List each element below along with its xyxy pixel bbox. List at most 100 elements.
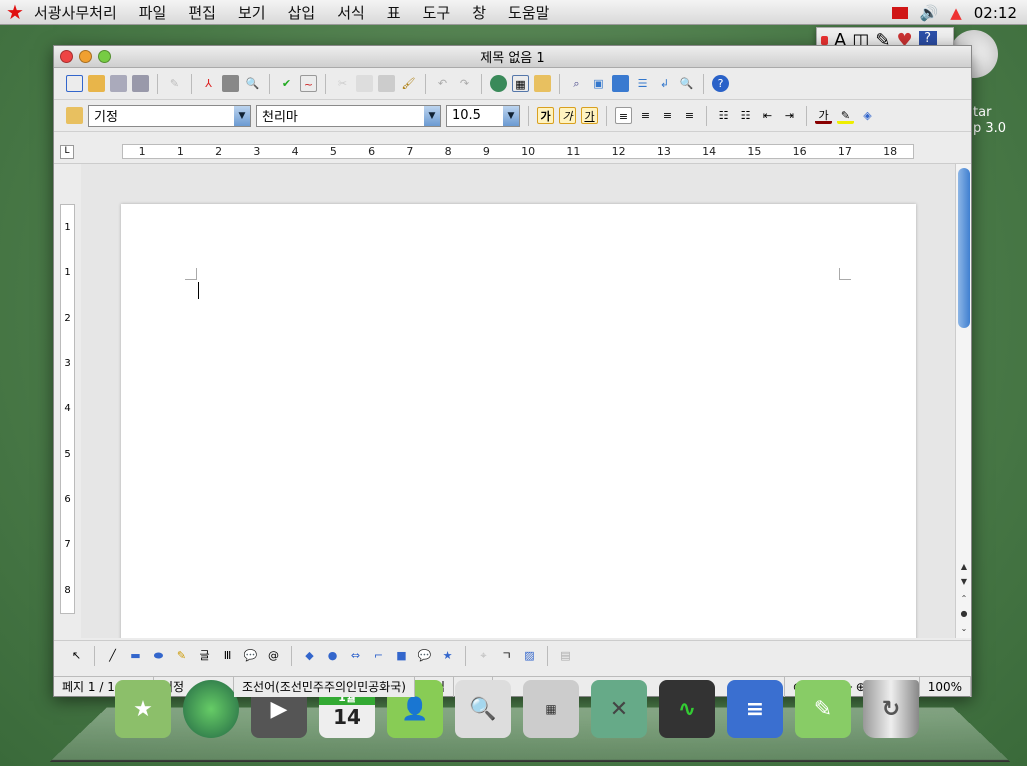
hyperlink-icon[interactable]	[490, 75, 507, 92]
vertical-scrollbar[interactable]: ▲ ▼ ⌃ ● ⌄	[955, 164, 971, 638]
insert-image-icon[interactable]: ▨	[521, 647, 538, 664]
chevron-down-icon[interactable]: ▼	[424, 105, 440, 126]
browser-globe-icon[interactable]	[183, 680, 239, 738]
next-page-button[interactable]: ⌄	[958, 624, 970, 637]
text-frame-icon[interactable]: ㄱ	[498, 647, 515, 664]
menu-view[interactable]: 보기	[238, 2, 266, 23]
vertical-ruler[interactable]: 1 1 2 3 4 5 6 7 8	[56, 164, 80, 638]
background-color-icon[interactable]: ◈	[859, 107, 876, 124]
symbol-shapes-icon[interactable]: ●	[324, 647, 341, 664]
menu-app[interactable]: 서광사무처리	[34, 2, 117, 23]
gallery-icon[interactable]	[612, 75, 629, 92]
highlight-icon[interactable]: ✎	[837, 107, 854, 124]
flag-icon[interactable]	[891, 6, 908, 19]
menu-format[interactable]: 서식	[337, 2, 365, 23]
ellipse-icon[interactable]: ⬬	[150, 647, 167, 664]
menu-insert[interactable]: 삽입	[288, 2, 316, 23]
datasource-icon[interactable]: ☰	[634, 75, 651, 92]
trash-icon[interactable]: ↻	[863, 680, 919, 738]
flowchart-icon[interactable]: ⌐	[370, 647, 387, 664]
copy-icon[interactable]	[356, 75, 373, 92]
chevron-down-icon[interactable]: ▼	[503, 105, 519, 126]
menu-table[interactable]: 표	[387, 2, 401, 23]
menu-file[interactable]: 파일	[139, 2, 167, 23]
points-icon[interactable]: ⌖	[475, 647, 492, 664]
edit-icon[interactable]: ✎	[166, 75, 183, 92]
menu-window[interactable]: 창	[472, 2, 486, 23]
table-icon[interactable]: ▦	[512, 75, 529, 92]
text-icon[interactable]: 글	[196, 647, 213, 664]
chevron-down-icon[interactable]: ▼	[234, 105, 250, 126]
select-arrow-icon[interactable]: ↖	[68, 647, 85, 664]
system-monitor-icon[interactable]: ∿	[659, 680, 715, 738]
scroll-down-button[interactable]: ▼	[958, 577, 970, 590]
block-arrows-icon[interactable]: ⇔	[347, 647, 364, 664]
align-left-button[interactable]: ≡	[615, 107, 632, 124]
document-page[interactable]	[121, 204, 916, 638]
system-tools-icon[interactable]: ✕	[591, 680, 647, 738]
paste-icon[interactable]	[378, 75, 395, 92]
fontwork-icon[interactable]: @	[265, 647, 282, 664]
nonprinting-chars-icon[interactable]: ↲	[656, 75, 673, 92]
zoom-level[interactable]: 100%	[920, 677, 971, 697]
redo-icon[interactable]: ↷	[456, 75, 473, 92]
documents-icon[interactable]: ≡	[727, 680, 783, 738]
star-menu-icon[interactable]: ★	[6, 0, 24, 24]
callouts-icon[interactable]: ■	[393, 647, 410, 664]
numbering-icon[interactable]: ☷	[715, 107, 732, 124]
find-icon[interactable]: ⌕	[568, 75, 585, 92]
cut-icon[interactable]: ✂	[334, 75, 351, 92]
clock[interactable]: 02:12	[974, 4, 1017, 22]
bold-button[interactable]: 가	[537, 107, 554, 124]
justify-button[interactable]: ≡	[681, 107, 698, 124]
vertical-text-icon[interactable]: Ⅲ	[219, 647, 236, 664]
stars-icon[interactable]: ★	[439, 647, 456, 664]
file-manager-icon[interactable]: ★	[115, 680, 171, 738]
basic-shapes-icon[interactable]: ◆	[301, 647, 318, 664]
scroll-up-button[interactable]: ▲	[958, 562, 970, 575]
document-viewer-icon[interactable]: 🔍	[455, 680, 511, 738]
increase-indent-icon[interactable]: ⇥	[781, 107, 798, 124]
font-size-select[interactable]: 10.5 ▼	[446, 104, 520, 127]
line-icon[interactable]: ╱	[104, 647, 121, 664]
styles-icon[interactable]	[66, 107, 83, 124]
decrease-indent-icon[interactable]: ⇤	[759, 107, 776, 124]
language[interactable]: 조선어(조선민주주의인민공화국)	[234, 677, 415, 697]
freeform-icon[interactable]: ✎	[173, 647, 190, 664]
bullets-icon[interactable]: ☷	[737, 107, 754, 124]
print-icon[interactable]	[222, 75, 239, 92]
save-as-icon[interactable]	[132, 75, 149, 92]
calculator-icon[interactable]: ▦	[523, 680, 579, 738]
font-name-select[interactable]: 천리마 ▼	[256, 104, 441, 127]
save-icon[interactable]	[110, 75, 127, 92]
volume-icon[interactable]: 🔊	[920, 4, 939, 22]
print-preview-icon[interactable]: 🔍	[244, 75, 261, 92]
torch-icon[interactable]: ▲	[950, 4, 962, 22]
menu-tools[interactable]: 도구	[423, 2, 451, 23]
tab-stop-selector[interactable]: L	[60, 145, 74, 159]
help-icon[interactable]: ?	[712, 75, 729, 92]
menu-edit[interactable]: 편집	[188, 2, 216, 23]
spellcheck-icon[interactable]: ✔	[278, 75, 295, 92]
zoom-icon[interactable]: 🔍	[678, 75, 695, 92]
navigator-icon[interactable]: ▣	[590, 75, 607, 92]
pdf-icon[interactable]: ⅄	[200, 75, 217, 92]
align-right-button[interactable]: ≡	[659, 107, 676, 124]
horizontal-ruler[interactable]: L 1 1 2 3 4 5 6 7 8 9 10 11 12 13 14 15 16 17 18	[54, 140, 971, 164]
italic-button[interactable]: 가	[559, 107, 576, 124]
align-center-button[interactable]: ≡	[637, 107, 654, 124]
callout-icon[interactable]: 💬	[242, 647, 259, 664]
document-area[interactable]	[81, 164, 955, 638]
underline-button[interactable]: 가	[581, 107, 598, 124]
autospell-icon[interactable]: ~	[300, 75, 317, 92]
graphics-folder-icon[interactable]: ✎	[795, 680, 851, 738]
font-color-icon[interactable]: 가	[815, 107, 832, 124]
paragraph-style-select[interactable]: 기정 ▼	[88, 104, 251, 127]
show-draw-icon[interactable]	[534, 75, 551, 92]
previous-page-button[interactable]: ⌃	[958, 594, 970, 607]
rectangle-icon[interactable]: ▬	[127, 647, 144, 664]
format-paintbrush-icon[interactable]: 🖌	[400, 75, 417, 92]
undo-icon[interactable]: ↶	[434, 75, 451, 92]
new-icon[interactable]	[66, 75, 83, 92]
navigation-button[interactable]: ●	[958, 609, 970, 622]
